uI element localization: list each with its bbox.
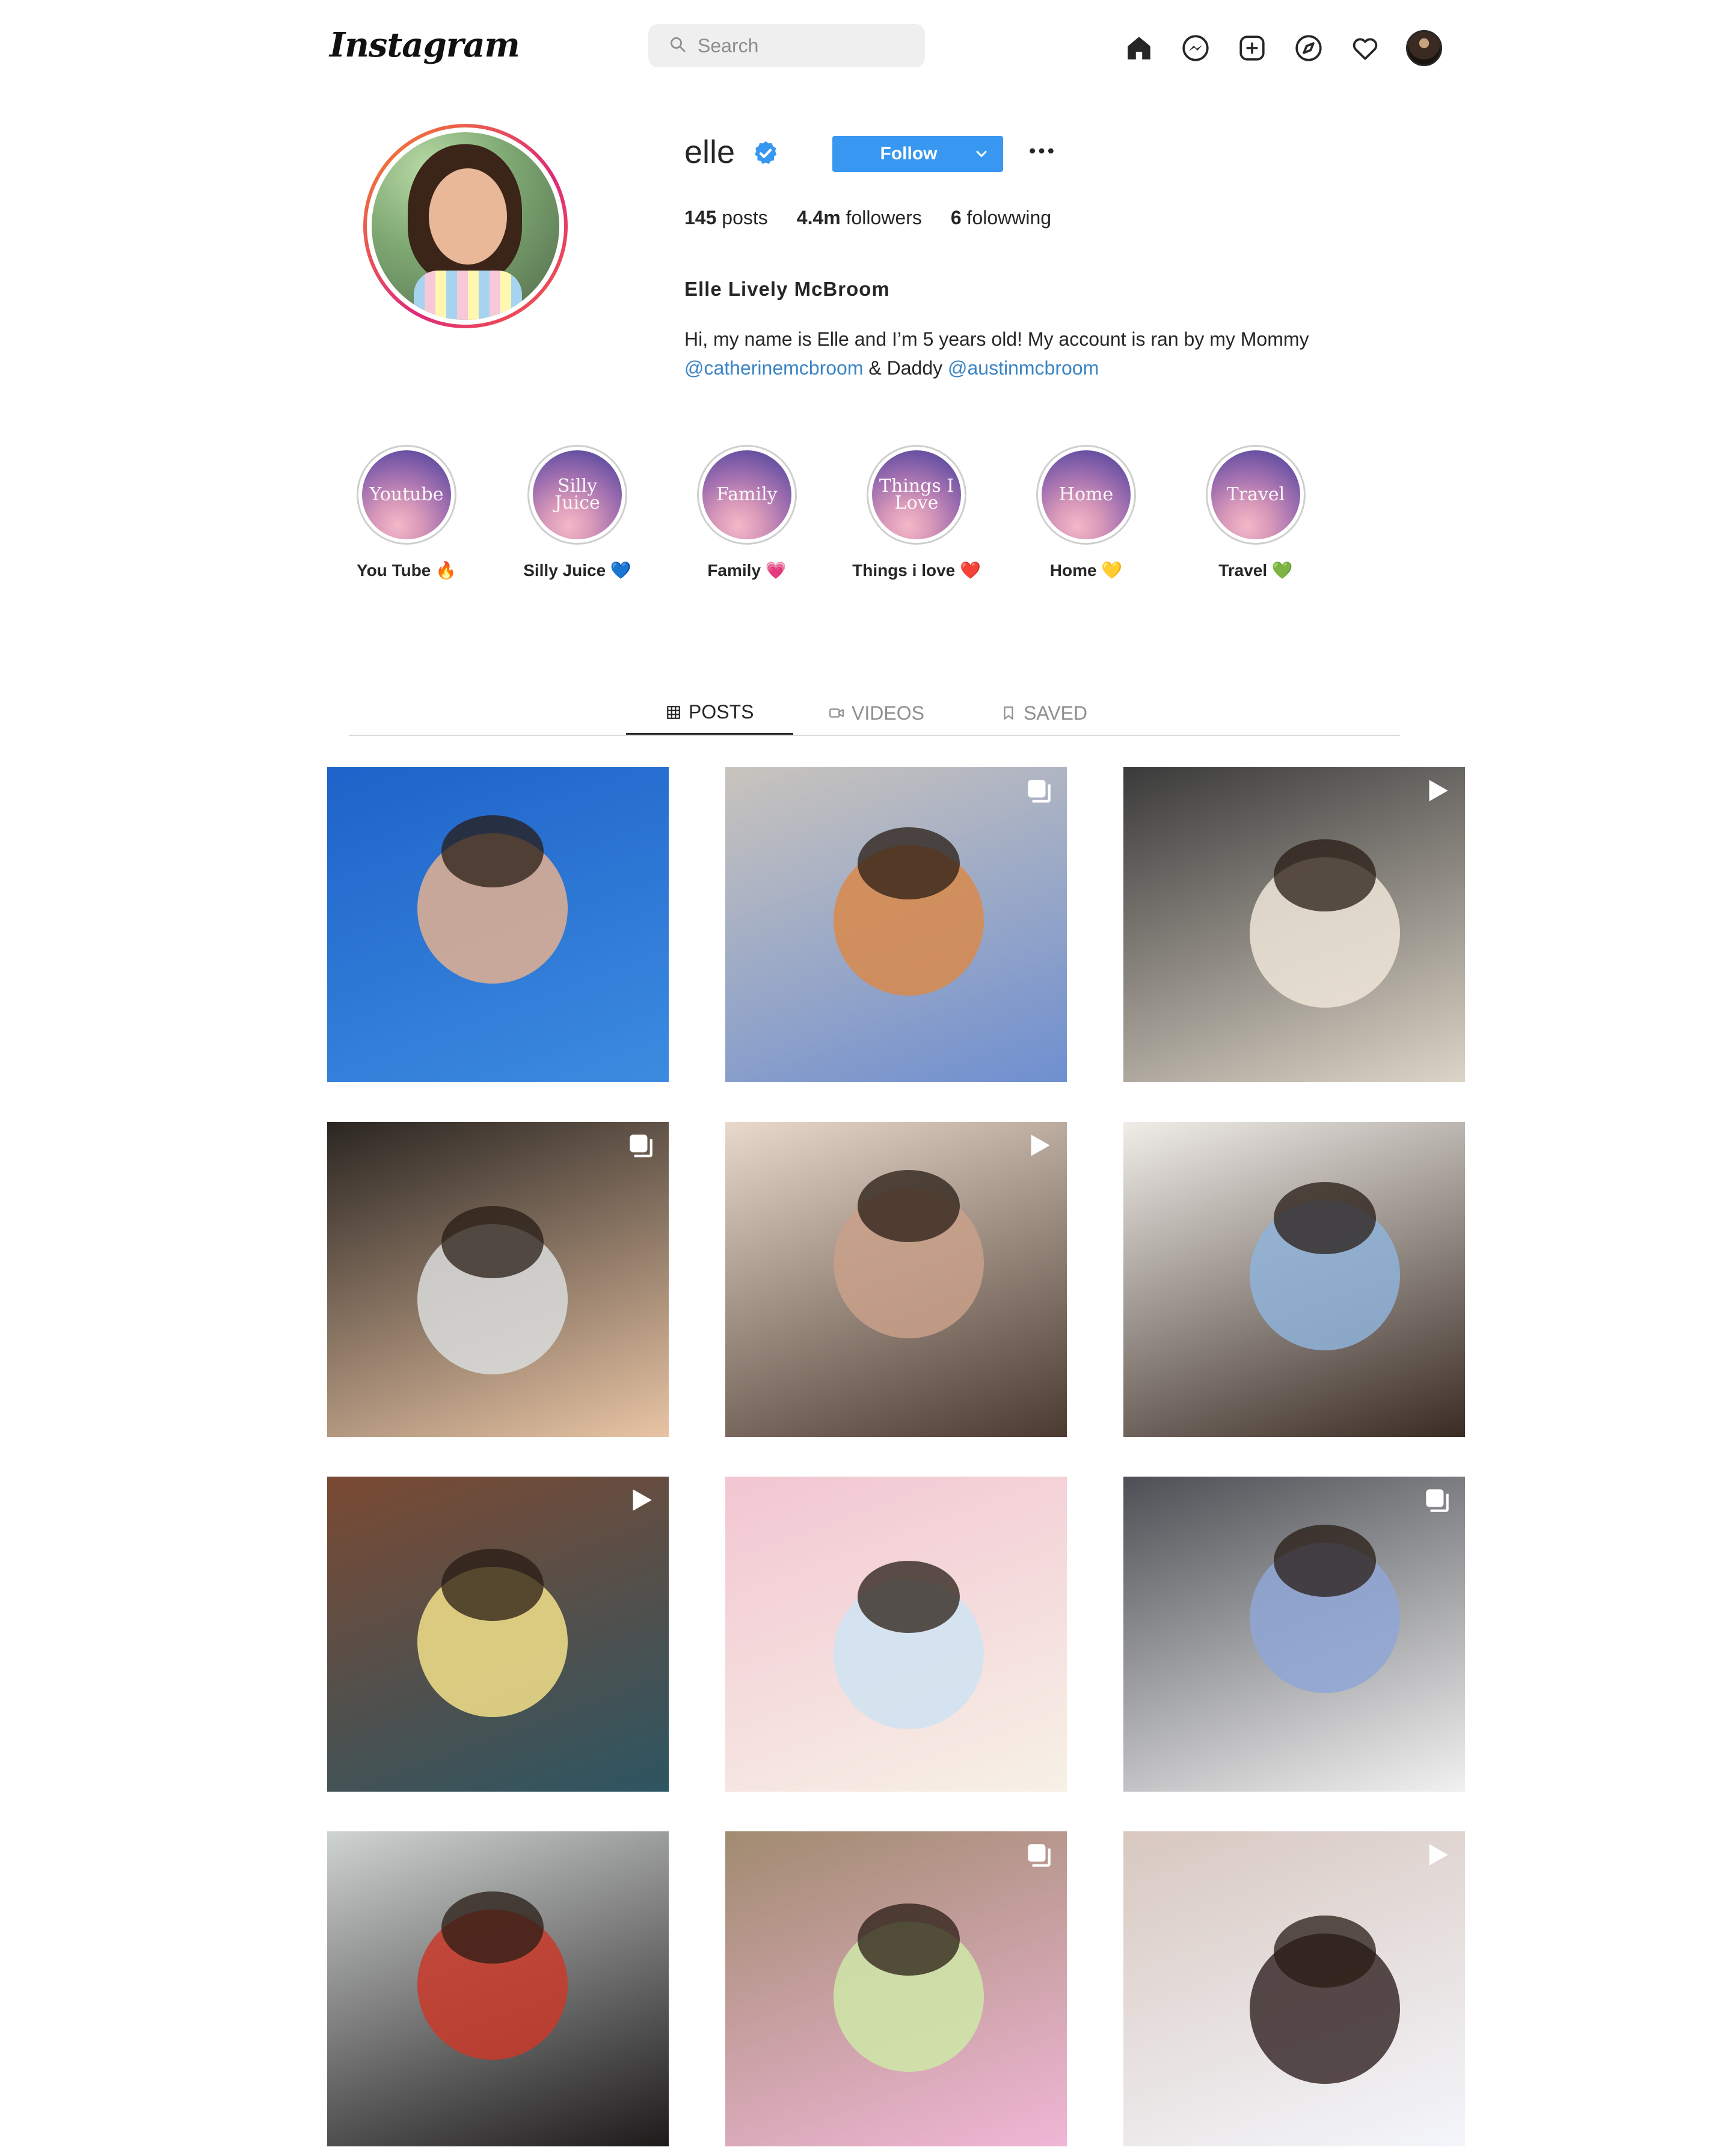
bio-mention-mommy[interactable]: @catherinemcbroom	[684, 357, 863, 379]
messenger-icon[interactable]	[1180, 32, 1211, 64]
highlight-item[interactable]: Travel Travel 💚	[1184, 445, 1328, 583]
post-type-badge	[625, 1130, 656, 1160]
highlight-label: You Tube 🔥	[356, 561, 457, 580]
more-dots-icon	[1030, 148, 1054, 154]
highlight-label: Travel 💚	[1218, 561, 1293, 580]
post-thumbnail[interactable]	[1123, 1831, 1465, 2146]
highlight-item[interactable]: Things I Love Things i love ❤️	[844, 445, 989, 583]
post-type-badge	[625, 1485, 656, 1515]
instagram-logo[interactable]: Instagram	[330, 18, 520, 72]
post-thumbnail[interactable]	[1123, 767, 1465, 1082]
highlight-cover: Home	[1036, 445, 1136, 545]
highlight-cover-title: Home	[1058, 484, 1114, 505]
suggested-accounts-dropdown[interactable]	[960, 136, 1003, 172]
followers-count[interactable]: 4.4m followers	[797, 207, 922, 229]
carousel-badge-icon	[630, 1135, 653, 1157]
post-thumbnail[interactable]	[327, 1477, 669, 1792]
post-type-badge	[1422, 1485, 1452, 1515]
post-type-badge	[1024, 1840, 1054, 1870]
grid-icon	[667, 705, 680, 719]
profile-tabs: POSTS VIDEOS SAVED	[349, 682, 1400, 736]
search-input[interactable]	[698, 34, 914, 57]
post-type-badge	[1024, 776, 1054, 806]
profile-picture[interactable]	[363, 124, 568, 328]
highlight-label: Family 💗	[707, 561, 787, 580]
video-badge-icon	[1429, 780, 1448, 801]
posts-count[interactable]: 145 posts	[684, 207, 768, 229]
carousel-badge-icon	[1028, 1844, 1051, 1867]
highlight-cover-title: Family	[716, 484, 778, 505]
activity-heart-icon[interactable]	[1350, 32, 1381, 64]
profile-photo	[372, 132, 559, 320]
highlight-cover: Youtube	[357, 445, 456, 545]
carousel-badge-icon	[1426, 1489, 1449, 1512]
highlight-cover: Family	[697, 445, 797, 545]
explore-icon[interactable]	[1293, 32, 1324, 64]
highlight-item[interactable]: Home Home 💛	[1014, 445, 1158, 583]
post-thumbnail[interactable]	[725, 767, 1067, 1082]
video-badge-icon	[633, 1489, 652, 1511]
video-icon	[829, 708, 844, 718]
post-thumbnail[interactable]	[725, 1122, 1067, 1437]
more-options-button[interactable]	[1024, 136, 1060, 166]
video-badge-icon	[1031, 1135, 1050, 1156]
highlight-cover-title: Youtube	[369, 484, 444, 505]
highlight-item[interactable]: Youtube You Tube 🔥	[334, 445, 479, 583]
post-type-badge	[1422, 1840, 1452, 1870]
highlight-item[interactable]: Family Family 💗	[675, 445, 819, 583]
tab-videos[interactable]: VIDEOS	[829, 691, 924, 735]
highlight-cover: Travel	[1206, 445, 1306, 545]
tab-saved[interactable]: SAVED	[1001, 691, 1087, 735]
carousel-badge-icon	[1028, 780, 1051, 803]
profile-stats: 145 posts 4.4m followers 6 folowwing	[684, 207, 1080, 229]
verified-badge-icon	[755, 141, 777, 164]
highlight-cover-title: Things I Love	[879, 476, 954, 513]
post-thumbnail[interactable]	[327, 1831, 669, 2146]
post-thumbnail[interactable]	[1123, 1122, 1465, 1437]
bio-connector: & Daddy	[868, 357, 943, 379]
post-type-badge	[1422, 776, 1452, 806]
nav-icon-bar	[1123, 30, 1442, 66]
highlight-label: Silly Juice 💙	[523, 561, 631, 580]
highlight-item[interactable]: Silly Juice Silly Juice 💙	[505, 445, 650, 583]
following-count[interactable]: 6 folowwing	[951, 207, 1051, 229]
post-thumbnail[interactable]	[725, 1831, 1067, 2146]
video-badge-icon	[1429, 1844, 1448, 1866]
highlight-cover-title: Travel	[1226, 484, 1285, 505]
bio-mention-daddy[interactable]: @austinmcbroom	[948, 357, 1099, 379]
profile-avatar[interactable]	[1406, 30, 1442, 66]
profile-bio: Hi, my name is Elle and I’m 5 years old!…	[684, 325, 1376, 382]
profile-full-name: Elle Lively McBroom	[684, 278, 890, 300]
search-icon	[669, 35, 687, 57]
post-thumbnail[interactable]	[327, 1122, 669, 1437]
story-highlights: Youtube You Tube 🔥 Silly Juice Silly Juice …	[334, 445, 1306, 613]
highlight-cover: Things I Love	[867, 445, 966, 545]
highlight-cover: Silly Juice	[527, 445, 627, 545]
home-icon[interactable]	[1123, 32, 1155, 64]
search-bar[interactable]	[648, 24, 925, 67]
profile-username: elle	[684, 134, 735, 170]
highlight-label: Things i love ❤️	[852, 561, 981, 580]
post-thumbnail[interactable]	[327, 767, 669, 1082]
post-thumbnail[interactable]	[725, 1477, 1067, 1792]
post-type-badge	[1024, 1130, 1054, 1160]
tab-posts[interactable]: POSTS	[626, 691, 794, 735]
highlight-cover-title: Silly Juice	[554, 476, 600, 513]
chevron-down-icon	[976, 150, 987, 158]
post-thumbnail[interactable]	[1123, 1477, 1465, 1792]
new-post-icon[interactable]	[1236, 32, 1268, 64]
highlight-label: Home 💛	[1049, 561, 1123, 580]
bookmark-icon	[1004, 706, 1013, 720]
bio-text: Hi, my name is Elle and I’m 5 years old!…	[684, 328, 1309, 350]
